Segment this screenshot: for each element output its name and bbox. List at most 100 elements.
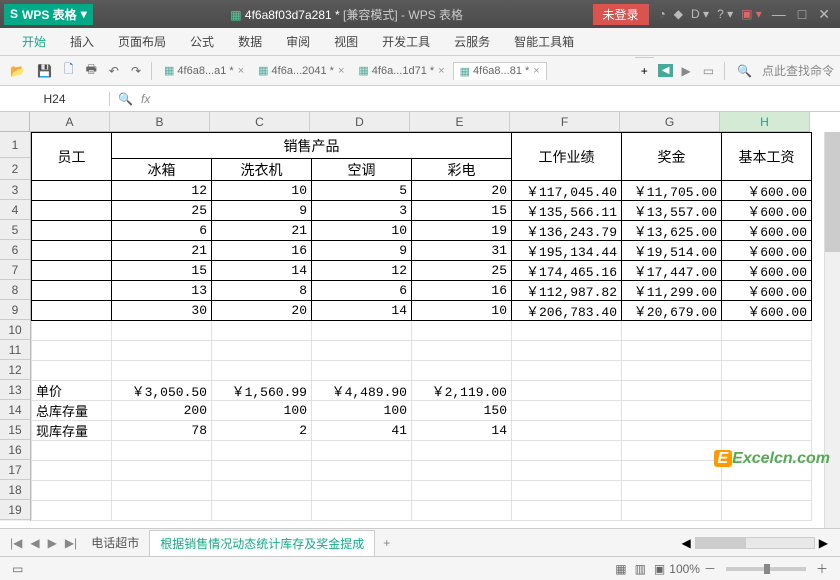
row-header-4[interactable]: 4 <box>0 200 30 220</box>
row-header-9[interactable]: 9 <box>0 300 30 320</box>
menu-页面布局[interactable]: 页面布局 <box>106 29 178 54</box>
horizontal-scrollbar[interactable]: ◀▶ <box>682 536 828 550</box>
menu-审阅[interactable]: 审阅 <box>274 29 322 54</box>
col-header-E[interactable]: E <box>410 112 510 131</box>
row-header-3[interactable]: 3 <box>0 180 30 200</box>
sheet-nav-prev[interactable]: ◀ <box>26 536 43 550</box>
cloud-icon[interactable]: ◔ <box>659 7 666 21</box>
title-bar: SWPS 表格▾ ▦ 4f6a8f03d7a281 * [兼容模式] - WPS… <box>0 0 840 28</box>
vertical-scrollbar[interactable] <box>824 132 840 528</box>
col-header-B[interactable]: B <box>110 112 210 131</box>
col-header-F[interactable]: F <box>510 112 620 131</box>
col-header-D[interactable]: D <box>310 112 410 131</box>
tab-list-button[interactable]: ▭ <box>699 63 718 79</box>
menu-开发工具[interactable]: 开发工具 <box>370 29 442 54</box>
zoom-level[interactable]: 100% <box>669 562 700 576</box>
select-all-corner[interactable] <box>0 112 30 132</box>
page-view-icon[interactable]: ▥ <box>631 562 650 576</box>
col-header-C[interactable]: C <box>210 112 310 131</box>
close-button[interactable]: ✕ <box>818 6 830 23</box>
row-header-13[interactable]: 13 <box>0 380 30 400</box>
row-header-18[interactable]: 18 <box>0 480 30 500</box>
doc-tab[interactable]: ▦4f6a...2041 *× <box>252 62 350 79</box>
col-header-A[interactable]: A <box>30 112 110 131</box>
menu-插入[interactable]: 插入 <box>58 29 106 54</box>
tab-nav-right[interactable]: ▶ <box>677 63 694 79</box>
doc-tab[interactable]: ▦4f6a8...81 *× <box>453 62 547 80</box>
sheet-nav-last[interactable]: ▶| <box>61 536 81 550</box>
row-header-8[interactable]: 8 <box>0 280 30 300</box>
save-icon[interactable]: 💾 <box>33 62 56 80</box>
sheet-tab[interactable]: 电话超市 <box>81 530 149 556</box>
redo-icon[interactable]: ↷ <box>127 62 145 80</box>
skin-icon[interactable]: D ▾ <box>691 7 709 21</box>
search-input[interactable]: 点此查找命令 <box>762 62 834 79</box>
col-header-G[interactable]: G <box>620 112 720 131</box>
quick-toolbar: 📂 💾 🗋 🖶 ↶ ↷ ▦4f6a8...a1 *×▦4f6a...2041 *… <box>0 56 840 86</box>
zoom-out-button[interactable]: － <box>700 560 720 577</box>
toolbox-icon[interactable]: ▣ ▾ <box>741 7 762 21</box>
menu-公式[interactable]: 公式 <box>178 29 226 54</box>
menu-视图[interactable]: 视图 <box>322 29 370 54</box>
new-doc-button[interactable]: + <box>635 57 654 85</box>
sheet-tab-bar: |◀ ◀ ▶ ▶| 电话超市根据销售情况动态统计库存及奖金提成 + ◀▶ <box>0 528 840 556</box>
watermark: EExcelcn.com <box>714 450 831 468</box>
normal-view-icon[interactable]: ▦ <box>611 562 630 576</box>
help-icon[interactable]: ? ▾ <box>717 7 733 21</box>
sheet-tab[interactable]: 根据销售情况动态统计库存及奖金提成 <box>149 530 375 556</box>
row-header-11[interactable]: 11 <box>0 340 30 360</box>
row-header-15[interactable]: 15 <box>0 420 30 440</box>
row-header-14[interactable]: 14 <box>0 400 30 420</box>
separator <box>151 62 152 80</box>
login-button[interactable]: 未登录 <box>593 4 649 25</box>
print-icon[interactable]: 🖶 <box>82 58 101 83</box>
doc-icon: ▦ <box>230 8 241 22</box>
menu-开始[interactable]: 开始 <box>10 29 58 54</box>
col-header-H[interactable]: H <box>720 112 810 131</box>
close-icon[interactable]: × <box>438 65 444 77</box>
app-logo: SWPS 表格▾ <box>4 4 93 25</box>
close-icon[interactable]: × <box>238 65 244 77</box>
zoom-slider[interactable] <box>726 567 806 571</box>
print-preview-icon[interactable]: 🗋 <box>60 58 78 83</box>
zoom-in-button[interactable]: ＋ <box>812 560 832 577</box>
tab-nav-left[interactable]: ◀ <box>658 64 674 77</box>
undo-icon[interactable]: ↶ <box>105 62 123 80</box>
row-header-16[interactable]: 16 <box>0 440 30 460</box>
doc-tab[interactable]: ▦4f6a8...a1 *× <box>158 62 250 79</box>
close-icon[interactable]: × <box>338 65 344 77</box>
row-headers: 12345678910111213141516171819 <box>0 132 31 521</box>
grid[interactable]: 员工销售产品工作业绩奖金基本工资冰箱洗衣机空调彩电1210520￥117,045… <box>31 132 812 521</box>
row-header-17[interactable]: 17 <box>0 460 30 480</box>
open-icon[interactable]: 📂 <box>6 62 29 80</box>
doc-tab[interactable]: ▦4f6a...1d71 *× <box>352 62 450 79</box>
maximize-button[interactable]: □ <box>798 6 806 22</box>
fullscreen-icon[interactable]: ▣ <box>650 562 669 576</box>
row-header-12[interactable]: 12 <box>0 360 30 380</box>
fx-label[interactable]: fx <box>141 92 150 106</box>
row-header-2[interactable]: 2 <box>0 158 30 180</box>
menu-云服务[interactable]: 云服务 <box>442 29 502 54</box>
add-sheet-button[interactable]: + <box>375 534 398 552</box>
sync-icon[interactable]: ◆ <box>674 7 683 21</box>
window-title: ▦ 4f6a8f03d7a281 * [兼容模式] - WPS 表格 <box>101 6 593 23</box>
menu-数据[interactable]: 数据 <box>226 29 274 54</box>
close-icon[interactable]: × <box>533 65 539 77</box>
reading-layout-icon[interactable]: ▭ <box>8 562 27 576</box>
search-fn-icon[interactable]: 🔍 <box>118 92 133 106</box>
sheet-nav-first[interactable]: |◀ <box>6 536 26 550</box>
row-header-5[interactable]: 5 <box>0 220 30 240</box>
status-bar: ▭ ▦ ▥ ▣ 100% － ＋ <box>0 556 840 580</box>
sheet-nav-next[interactable]: ▶ <box>44 536 61 550</box>
menu-bar: 开始插入页面布局公式数据审阅视图开发工具云服务智能工具箱 <box>0 28 840 56</box>
row-header-10[interactable]: 10 <box>0 320 30 340</box>
row-header-7[interactable]: 7 <box>0 260 30 280</box>
separator <box>724 62 725 80</box>
name-box[interactable]: H24 <box>0 92 110 106</box>
search-icon[interactable]: 🔍 <box>737 64 752 78</box>
minimize-button[interactable]: — <box>772 6 786 22</box>
menu-智能工具箱[interactable]: 智能工具箱 <box>502 29 586 54</box>
row-header-19[interactable]: 19 <box>0 500 30 520</box>
row-header-6[interactable]: 6 <box>0 240 30 260</box>
row-header-1[interactable]: 1 <box>0 132 30 158</box>
